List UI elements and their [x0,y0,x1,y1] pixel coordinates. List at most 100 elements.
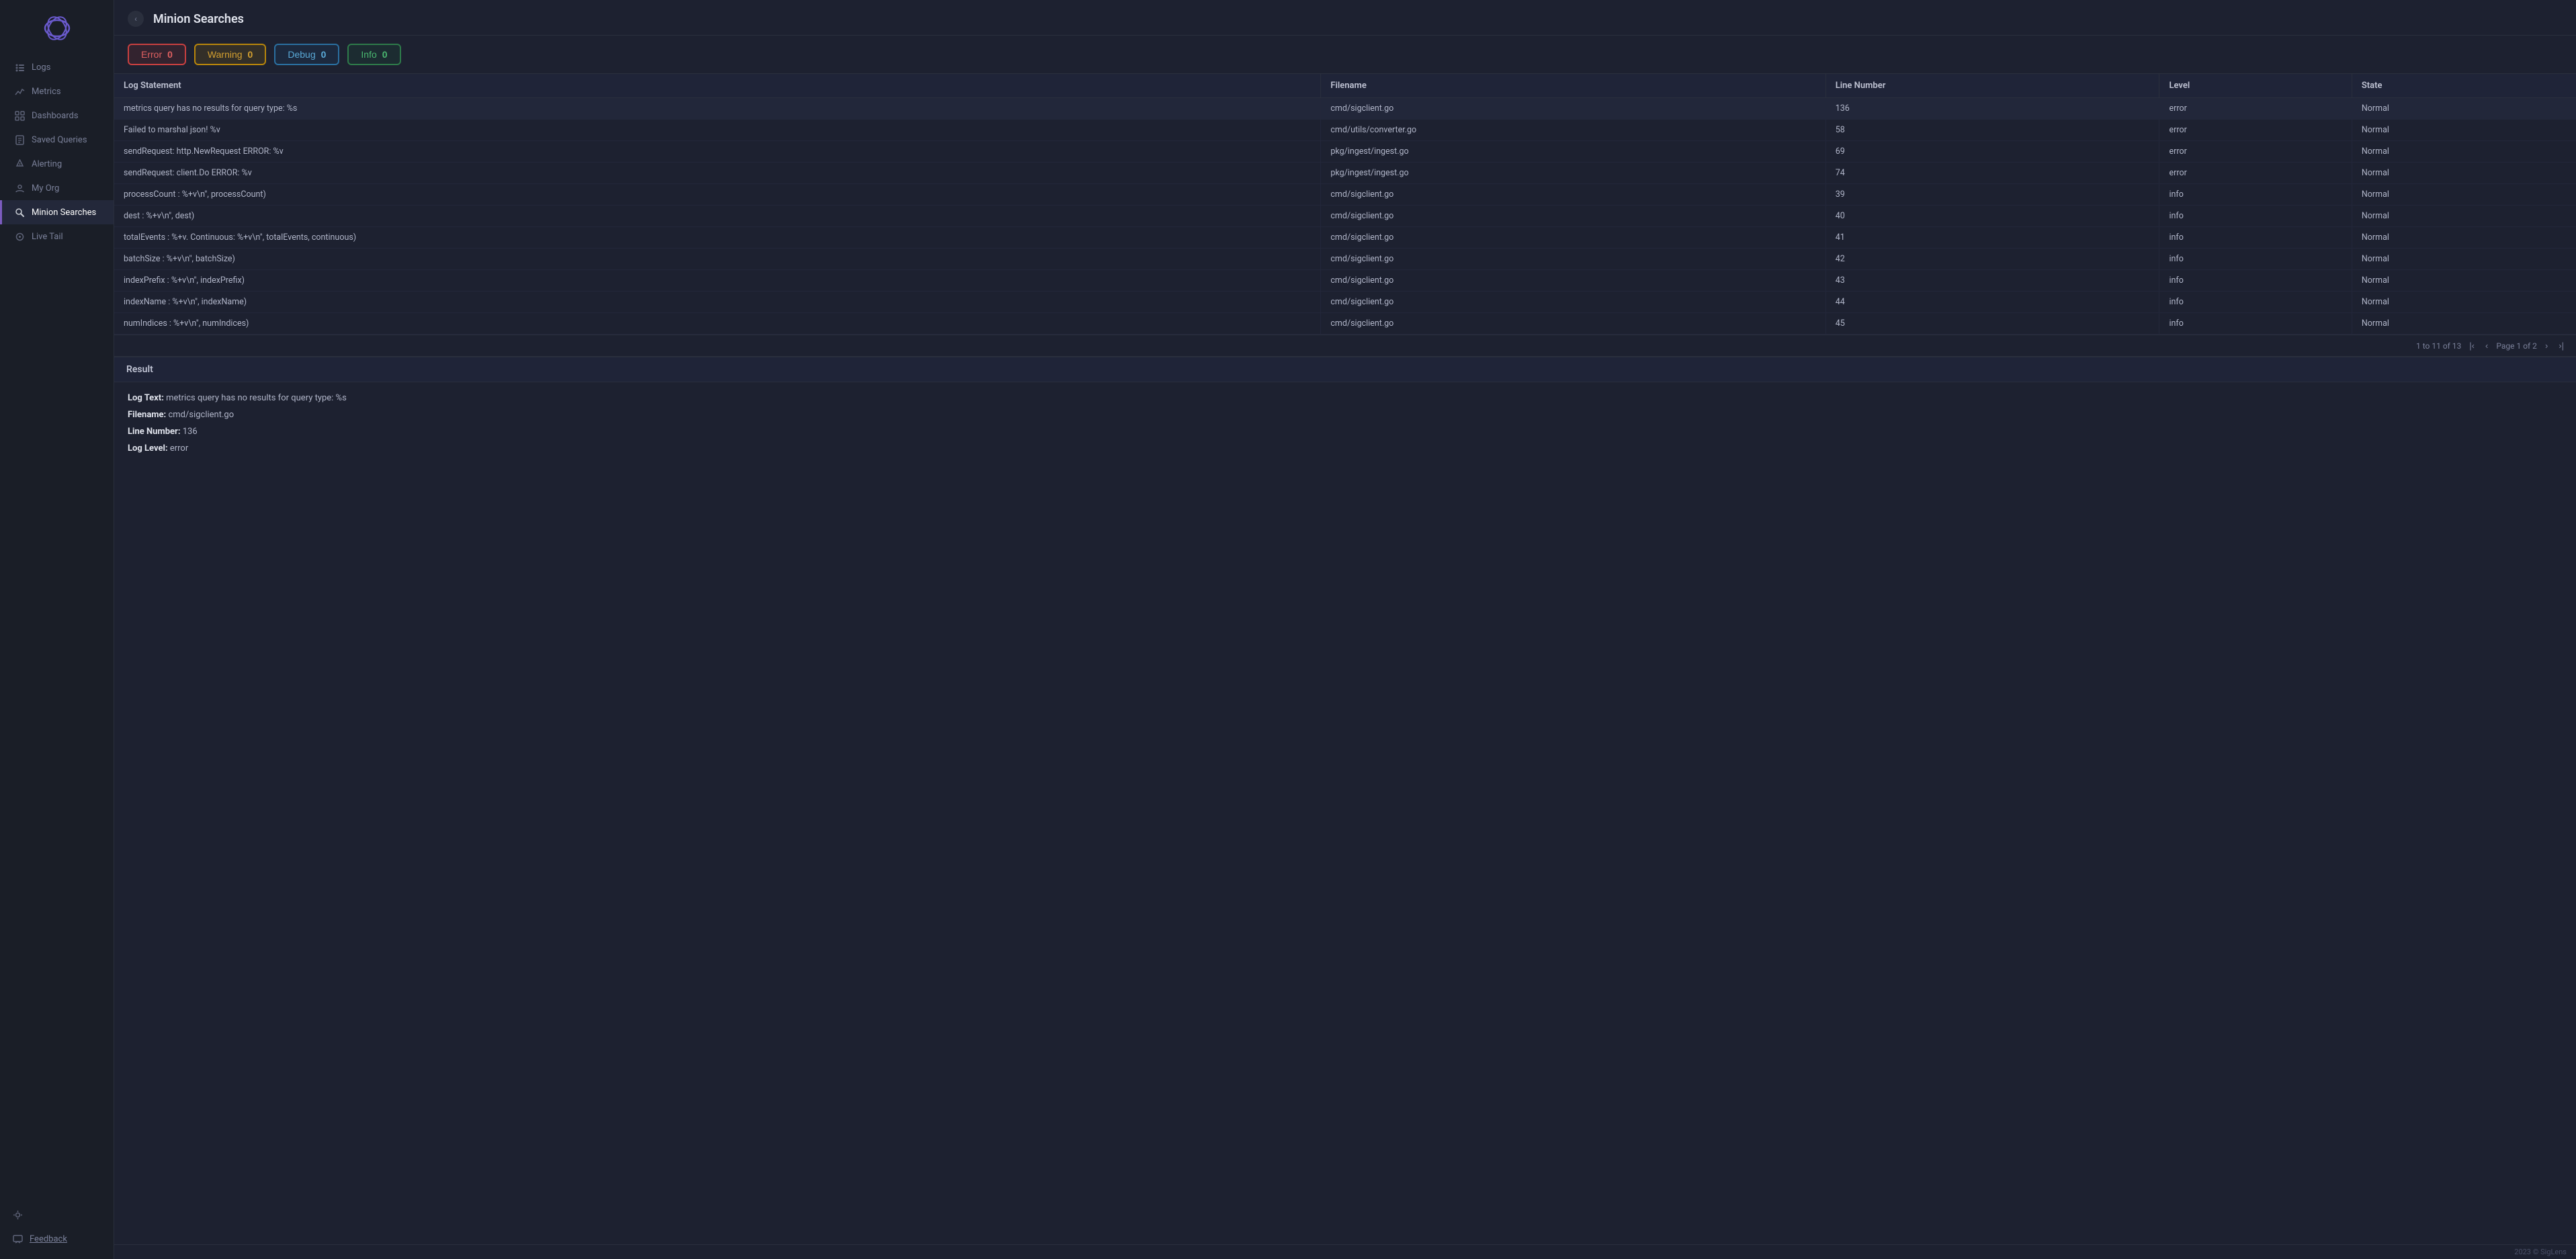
pagination-summary: 1 to 11 of 13 [2416,341,2461,351]
table-cell-4: Normal [2352,141,2576,163]
table-cell-1: pkg/ingest/ingest.go [1321,163,1826,184]
col-filename: Filename [1321,74,1826,98]
table-cell-1: cmd/sigclient.go [1321,184,1826,206]
table-cell-3: error [2159,120,2352,141]
sidebar-item-saved-queries[interactable]: Saved Queries [0,128,114,152]
table-cell-1: cmd/sigclient.go [1321,292,1826,313]
table-cell-1: cmd/sigclient.go [1321,270,1826,292]
table-row[interactable]: metrics query has no results for query t… [114,98,2576,120]
filter-debug-badge[interactable]: Debug 0 [274,44,339,65]
filter-warning-label: Warning [208,49,243,60]
result-log-text-label: Log Text: [128,393,164,403]
table-row[interactable]: batchSize : %+v\n", batchSize)cmd/sigcli… [114,249,2576,270]
table-cell-3: info [2159,270,2352,292]
sidebar-item-metrics-label: Metrics [32,87,61,97]
table-row[interactable]: sendRequest: http.NewRequest ERROR: %vpk… [114,141,2576,163]
pagination-page-info: Page 1 of 2 [2496,341,2537,351]
table-cell-2: 42 [1826,249,2159,270]
table-cell-0: sendRequest: http.NewRequest ERROR: %v [114,141,1321,163]
table-cell-3: info [2159,184,2352,206]
back-icon: ‹ [134,14,137,24]
saved-queries-icon [14,134,25,145]
sidebar-item-dashboards[interactable]: Dashboards [0,103,114,128]
table-row[interactable]: sendRequest: client.Do ERROR: %vpkg/inge… [114,163,2576,184]
filter-error-badge[interactable]: Error 0 [128,44,186,65]
sidebar-item-alerting-label: Alerting [32,159,62,169]
result-line-number-value: 136 [183,427,198,437]
logo [0,8,114,55]
result-filename-value: cmd/sigclient.go [168,410,234,420]
col-line-number: Line Number [1826,74,2159,98]
sidebar-item-minion-searches[interactable]: Minion Searches [0,200,114,224]
metrics-icon [14,86,25,97]
table-cell-1: cmd/sigclient.go [1321,98,1826,120]
table-cell-0: sendRequest: client.Do ERROR: %v [114,163,1321,184]
table-row[interactable]: dest : %+v\n", dest)cmd/sigclient.go40in… [114,206,2576,227]
sidebar-item-my-org-label: My Org [32,183,59,193]
theme-icon [12,1209,23,1220]
log-table-container: Log Statement Filename Line Number Level… [114,73,2576,335]
table-cell-0: indexPrefix : %+v\n", indexPrefix) [114,270,1321,292]
table-cell-2: 69 [1826,141,2159,163]
feedback-link[interactable]: Feedback [0,1227,114,1251]
table-row[interactable]: totalEvents : %+v. Continuous: %+v\n", t… [114,227,2576,249]
table-cell-2: 136 [1826,98,2159,120]
pagination-last[interactable]: ›| [2556,339,2567,352]
table-cell-4: Normal [2352,206,2576,227]
footer-copyright: 2023 © SigLens [114,1244,2576,1259]
filter-debug-count: 0 [321,49,327,60]
table-row[interactable]: indexPrefix : %+v\n", indexPrefix)cmd/si… [114,270,2576,292]
result-line-number-label: Line Number: [128,427,180,437]
table-row[interactable]: numIndices : %+v\n", numIndices)cmd/sigc… [114,313,2576,335]
result-log-level-row: Log Level: error [128,443,2563,453]
theme-toggle[interactable] [0,1203,114,1227]
sidebar-item-my-org[interactable]: My Org [0,176,114,200]
table-row[interactable]: Failed to marshal json! %vcmd/utils/conv… [114,120,2576,141]
table-cell-3: info [2159,227,2352,249]
table-cell-0: batchSize : %+v\n", batchSize) [114,249,1321,270]
feedback-icon [12,1233,23,1244]
col-log-statement: Log Statement [114,74,1321,98]
sidebar-item-saved-queries-label: Saved Queries [32,135,87,145]
pagination-prev[interactable]: ‹ [2483,339,2491,352]
table-cell-3: error [2159,98,2352,120]
back-button[interactable]: ‹ [128,11,144,27]
pagination-next[interactable]: › [2542,339,2550,352]
log-table: Log Statement Filename Line Number Level… [114,74,2576,335]
filter-warning-count: 0 [248,49,253,60]
table-cell-3: error [2159,163,2352,184]
main-content: ‹ Minion Searches Error 0 Warning 0 Debu… [114,0,2576,1259]
filter-info-label: Info [361,49,376,60]
filter-info-count: 0 [382,49,388,60]
filter-info-badge[interactable]: Info 0 [347,44,400,65]
dashboards-icon [14,110,25,121]
table-cell-0: totalEvents : %+v. Continuous: %+v\n", t… [114,227,1321,249]
result-filename-row: Filename: cmd/sigclient.go [128,410,2563,420]
nav-menu: Logs Metrics Dashboards Saved Queries Al… [0,55,114,249]
filter-warning-badge[interactable]: Warning 0 [194,44,266,65]
table-cell-2: 44 [1826,292,2159,313]
table-header-row: Log Statement Filename Line Number Level… [114,74,2576,98]
table-row[interactable]: indexName : %+v\n", indexName)cmd/sigcli… [114,292,2576,313]
table-cell-2: 58 [1826,120,2159,141]
sidebar-item-logs[interactable]: Logs [0,55,114,79]
sidebar-item-live-tail[interactable]: Live Tail [0,224,114,249]
table-body: metrics query has no results for query t… [114,98,2576,335]
table-cell-1: cmd/sigclient.go [1321,249,1826,270]
table-row[interactable]: processCount : %+v\n", processCount)cmd/… [114,184,2576,206]
sidebar: Logs Metrics Dashboards Saved Queries Al… [0,0,114,1259]
sidebar-item-logs-label: Logs [32,62,50,73]
sidebar-item-metrics[interactable]: Metrics [0,79,114,103]
table-cell-0: metrics query has no results for query t… [114,98,1321,120]
result-header: Result [114,357,2576,382]
table-cell-2: 41 [1826,227,2159,249]
sidebar-item-alerting[interactable]: Alerting [0,152,114,176]
table-cell-1: pkg/ingest/ingest.go [1321,141,1826,163]
table-cell-4: Normal [2352,292,2576,313]
table-cell-2: 43 [1826,270,2159,292]
table-cell-4: Normal [2352,184,2576,206]
result-log-text-value: metrics query has no results for query t… [166,393,347,403]
sidebar-item-live-tail-label: Live Tail [32,232,63,242]
pagination-bar: 1 to 11 of 13 |‹ ‹ Page 1 of 2 › ›| [114,335,2576,356]
pagination-first[interactable]: |‹ [2466,339,2477,352]
